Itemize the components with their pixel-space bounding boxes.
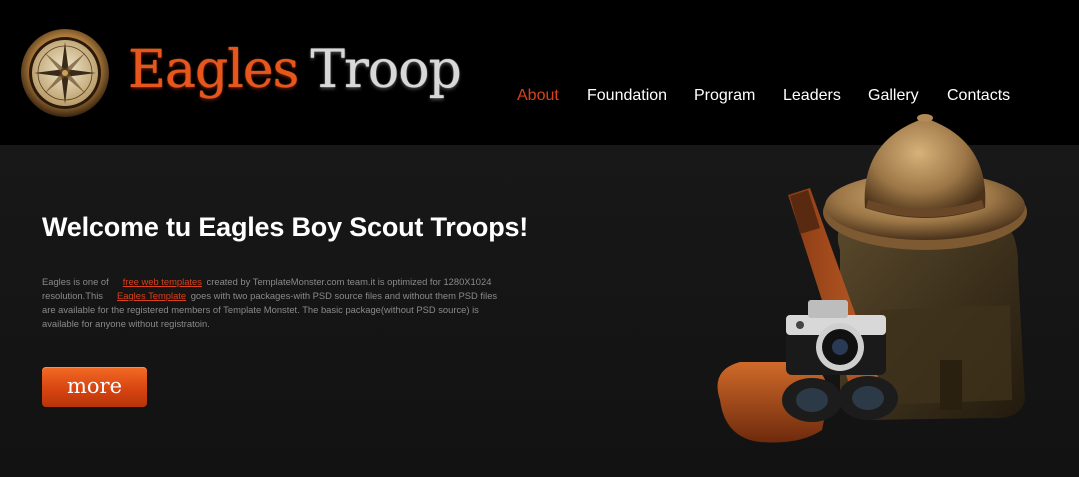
nav-item-about[interactable]: About [517, 86, 559, 106]
eagles-template-link[interactable]: Eagles Template [117, 290, 186, 301]
more-button[interactable]: more [42, 367, 147, 407]
compass-icon [21, 29, 109, 117]
logo-text: Eagles Troop [128, 40, 462, 100]
free-web-templates-link[interactable]: free web templates [123, 276, 202, 287]
logo[interactable]: Eagles Troop [20, 28, 480, 118]
nav-item-foundation[interactable]: Foundation [587, 86, 667, 106]
logo-text-troop: Troop [310, 40, 461, 100]
hero-text: Eagles is one of free web templates creat… [42, 275, 507, 331]
logo-text-eagles: Eagles [128, 40, 299, 100]
scout-gear-image [717, 114, 1027, 443]
hero-title: Welcome tu Eagles Boy Scout Troops! [42, 212, 529, 242]
hero-text-part1: Eagles is one of [42, 276, 109, 287]
hero-text-part3: goes with two packages-with PSD source f… [42, 290, 498, 329]
